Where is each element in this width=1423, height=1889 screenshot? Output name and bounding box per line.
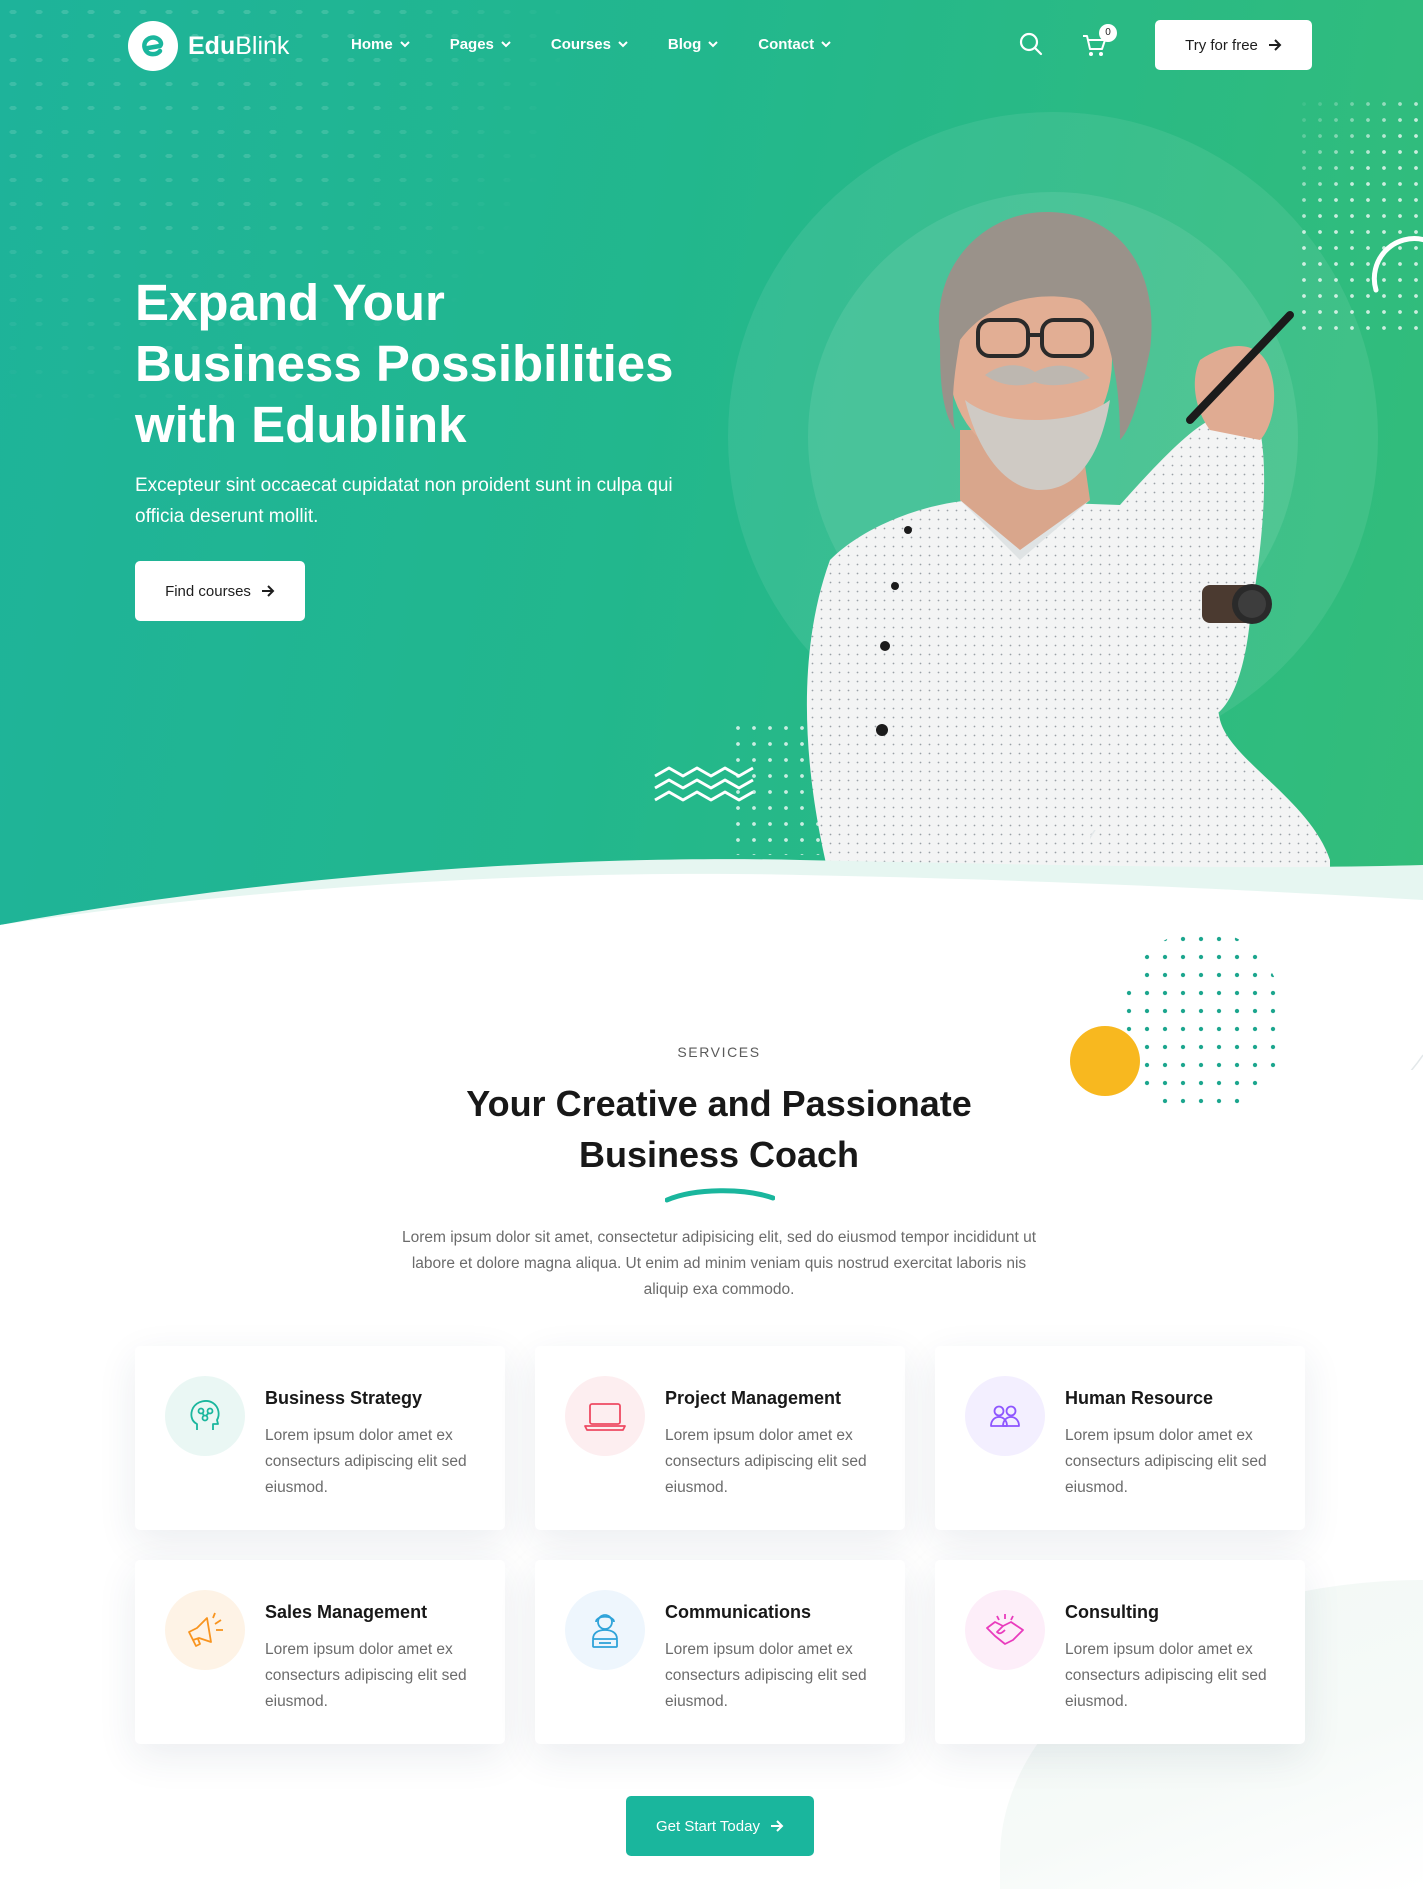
title-underline-decoration: [665, 1188, 775, 1203]
service-card-text: Lorem ipsum dolor amet ex consecturs adi…: [1065, 1641, 1267, 1710]
hero-section: [0, 0, 1423, 930]
hero-person-image: [806, 211, 1330, 880]
brand-name: EduBlink: [188, 32, 289, 61]
service-card-human-resource[interactable]: Human Resource Lorem ipsum dolor amet ex…: [935, 1346, 1305, 1530]
chevron-down-icon: [821, 41, 831, 48]
nav-item-courses[interactable]: Courses: [551, 36, 628, 53]
nav-item-contact[interactable]: Contact: [758, 36, 831, 53]
nav-item-pages[interactable]: Pages: [450, 36, 511, 53]
section-title-line: Business Coach: [578, 1134, 860, 1175]
service-card-title: Consulting: [1065, 1602, 1159, 1622]
chevron-down-icon: [501, 41, 511, 48]
brand-logo[interactable]: EduBlink: [128, 21, 289, 71]
section-title-line: Your Creative and Passionate: [466, 1083, 972, 1124]
search-button[interactable]: [1019, 32, 1043, 61]
nav-item-home[interactable]: Home: [351, 36, 410, 53]
hero-title-line: Expand Your: [135, 274, 445, 331]
service-card-text: Lorem ipsum dolor amet ex consecturs adi…: [1065, 1427, 1267, 1496]
hero-title-line: Business Possibilities: [135, 335, 674, 392]
arrow-right-icon: [770, 1820, 784, 1832]
megaphone-icon: [165, 1590, 245, 1670]
arrow-right-icon: [261, 585, 275, 597]
service-card-text: Lorem ipsum dolor amet ex consecturs adi…: [265, 1427, 467, 1496]
team-icon: [965, 1376, 1045, 1456]
service-card-text: Lorem ipsum dolor amet ex consecturs adi…: [665, 1641, 867, 1710]
hero-title-line: with Edublink: [135, 396, 467, 453]
service-card-project-management[interactable]: Project Management Lorem ipsum dolor ame…: [535, 1346, 905, 1530]
chevron-down-icon: [399, 41, 410, 48]
cart-button[interactable]: 0: [1081, 24, 1117, 63]
service-card-business-strategy[interactable]: Business Strategy Lorem ipsum dolor amet…: [135, 1346, 505, 1530]
nav-item-label: Courses: [550, 36, 611, 53]
main-nav: Home Pages Courses Blog Contact: [351, 36, 871, 53]
logo-icon: [128, 21, 178, 71]
service-card-communications[interactable]: Communications Lorem ipsum dolor amet ex…: [535, 1560, 905, 1744]
section-title: Your Creative and Passionate Business Co…: [0, 1078, 1423, 1180]
try-for-free-label: Try for free: [1185, 36, 1258, 54]
section-label: SERVICES: [677, 1044, 761, 1060]
services-grid: Business Strategy Lorem ipsum dolor amet…: [135, 1346, 1305, 1744]
service-card-title: Sales Management: [265, 1602, 428, 1622]
get-start-today-button[interactable]: Get Start Today: [626, 1796, 814, 1856]
brand-name-light: Blink: [235, 31, 290, 60]
hero-title: Expand Your Business Possibilities with …: [135, 272, 755, 455]
brain-strategy-icon: [165, 1376, 245, 1456]
support-agent-icon: [565, 1590, 645, 1670]
nav-item-label: Contact: [758, 36, 815, 53]
chevron-down-icon: [618, 41, 628, 48]
get-start-today-label: Get Start Today: [656, 1817, 760, 1835]
zigzag-decoration: [654, 766, 754, 802]
laptop-icon: [565, 1376, 645, 1456]
service-card-consulting[interactable]: Consulting Lorem ipsum dolor amet ex con…: [935, 1560, 1305, 1744]
service-card-title: Business Strategy: [265, 1388, 423, 1408]
handshake-icon: [965, 1590, 1045, 1670]
chevron-down-icon: [708, 41, 718, 48]
find-courses-button[interactable]: Find courses: [135, 561, 305, 621]
try-for-free-button[interactable]: Try for free: [1155, 20, 1312, 70]
hero-subtitle: Excepteur sint occaecat cupidatat non pr…: [135, 475, 673, 527]
service-card-title: Communications: [665, 1602, 812, 1622]
brand-name-bold: Edu: [188, 31, 236, 60]
service-card-text: Lorem ipsum dolor amet ex consecturs adi…: [265, 1641, 467, 1710]
find-courses-label: Find courses: [165, 582, 251, 600]
section-description: Lorem ipsum dolor sit amet, consectetur …: [401, 1229, 1037, 1298]
hero-arc-decoration: [1371, 236, 1423, 293]
nav-item-label: Pages: [449, 36, 494, 53]
service-card-title: Project Management: [665, 1388, 842, 1408]
service-card-title: Human Resource: [1065, 1388, 1214, 1408]
nav-item-label: Blog: [667, 36, 702, 53]
service-card-text: Lorem ipsum dolor amet ex consecturs adi…: [665, 1427, 867, 1496]
arrow-right-icon: [1268, 39, 1282, 51]
nav-item-blog[interactable]: Blog: [668, 36, 718, 53]
cart-count-badge: 0: [1099, 24, 1117, 42]
service-card-sales-management[interactable]: Sales Management Lorem ipsum dolor amet …: [135, 1560, 505, 1744]
nav-item-label: Home: [351, 36, 393, 53]
search-icon: [1019, 32, 1043, 56]
